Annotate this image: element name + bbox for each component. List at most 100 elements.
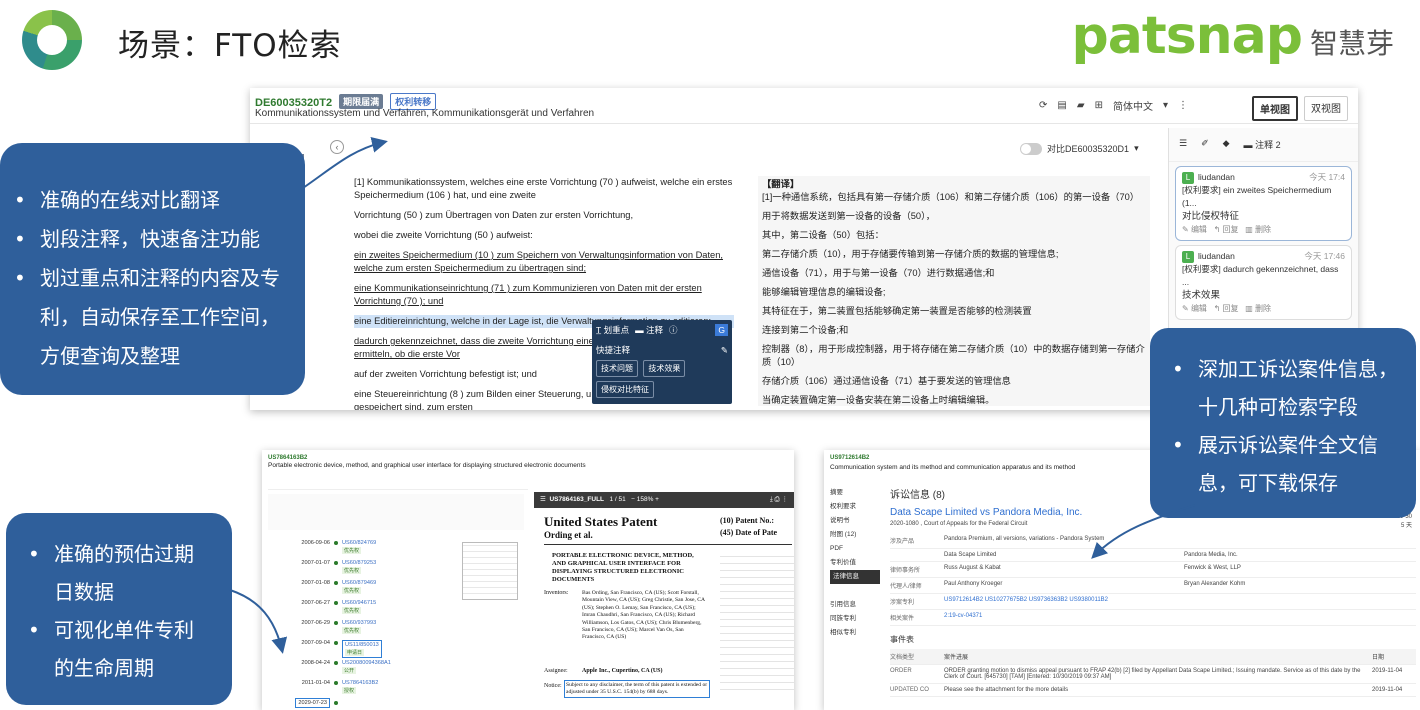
timeline-item[interactable]: 2008-04-24 US20080094368A1 公开 [286, 660, 536, 680]
edit-icon[interactable]: ✎ [721, 345, 728, 356]
pdf-page-indicator: 1 / 51 [609, 496, 626, 503]
page-title: 场景：FTO检索 [118, 28, 342, 64]
note-user: liudandan [1198, 172, 1235, 182]
reply-button[interactable]: 回复 [1223, 304, 1239, 313]
tag-infringement-feature[interactable]: 侵权对比特征 [596, 381, 654, 398]
translation-paragraph: 控制器（8），用于形成控制器，用于将存储在第二存储介质（10）中的数据存储到第一… [762, 344, 1145, 367]
zoom-out-icon[interactable]: − [631, 496, 635, 503]
pdf-zoom[interactable]: 158% [637, 496, 654, 503]
more-icon[interactable]: ⋮ [1178, 100, 1188, 111]
reply-button[interactable]: 回复 [1223, 225, 1239, 234]
pdf-patent-no: (10) Patent No.: [720, 516, 774, 525]
translate-icon[interactable]: ⊞ [1095, 100, 1103, 111]
claim-paragraph[interactable]: [1] Kommunikationssystem, welches eine e… [354, 176, 734, 202]
note-card[interactable]: Lliudandan 今天 17:46 [权利要求] dadurch gekenn… [1175, 245, 1352, 320]
sidebar-item[interactable]: 相似专利 [830, 626, 880, 640]
delete-button[interactable]: 删除 [1255, 225, 1271, 234]
patent-id[interactable]: US9712614B2 [830, 455, 869, 461]
pdf-authors: Ording et al. [544, 530, 593, 540]
note-text: 技术效果 [1182, 290, 1221, 301]
note-ref[interactable]: [权利要求] dadurch gekennzeichnet, dass ... [1182, 263, 1345, 289]
note-time: 今天 17:46 [1304, 251, 1345, 261]
language-select[interactable]: 简体中文 [1113, 98, 1153, 113]
info-row: Data Scape Limited Pandora Media, Inc. [890, 549, 1416, 562]
translate-icon[interactable]: G [715, 324, 728, 336]
lifecycle-timeline: 2006-09-06 US60/824769 优先权 2007-01-07 US60/… [286, 540, 536, 710]
note-ref[interactable]: [权利要求] ein zweites Speichermedium (1... [1182, 184, 1345, 210]
sidebar-item[interactable]: 专利价值 [830, 556, 880, 570]
claim-paragraph-underlined[interactable]: eine Kommunikationseinrichtung (71 ) zum… [354, 282, 734, 308]
lifecycle-screenshot: US7864163B2 Portable electronic device, … [262, 450, 794, 710]
list-icon[interactable]: ☰ [1179, 138, 1187, 151]
callout-lifecycle: 准确的预估过期日数据 可视化单件专利的生命周期 [6, 513, 232, 705]
note-card[interactable]: Lliudandan 今天 17:4 [权利要求] ein zweites Spe… [1175, 166, 1352, 241]
sidebar-item-legal[interactable]: 法律信息 [830, 570, 880, 584]
timeline-item[interactable]: 2007-01-07 US60/879253 优先权 [286, 560, 536, 580]
tag-technical-problem[interactable]: 技术问题 [596, 360, 638, 377]
highlight-icon[interactable]: ✐ [1201, 138, 1209, 151]
tag-technical-effect[interactable]: 技术效果 [643, 360, 686, 377]
folder-icon[interactable]: ▰ [1077, 100, 1085, 111]
callout-litigation: 深加工诉讼案件信息，十几种可检索字段 展示诉讼案件全文信息，可下载保存 [1150, 328, 1416, 518]
compare-toggle[interactable]: 对比DE60035320D1 ▾ [1020, 142, 1139, 155]
chevron-down-icon[interactable]: ▾ [1134, 143, 1139, 154]
pdf-date: (45) Date of Pate [720, 528, 778, 537]
claim-paragraph[interactable]: Vorrichtung (50 ) zum Übertragen von Dat… [354, 209, 734, 222]
callout-translation: 准确的在线对比翻译 划段注释，快速备注功能 划过重点和注释的内容及专利，自动保存… [0, 143, 305, 395]
translation-paragraph: 通信设备（71），用于与第一设备（70）进行数据通信;和 [762, 268, 995, 278]
info-row: 代理人/律师 Paul Anthony Kroeger Bryan Alexande… [890, 578, 1416, 594]
collapse-icon[interactable]: ‹ [330, 140, 344, 154]
download-icon[interactable]: ⤓ ⎙ ⋮ [770, 495, 788, 504]
sidebar-item[interactable]: 附图 (12) [830, 528, 880, 542]
timeline-item-selected[interactable]: 2007-09-04 US11/850013 申请日 [286, 640, 536, 660]
callout-item: 可视化单件专利的生命周期 [28, 611, 204, 687]
sidebar-item[interactable]: PDF [830, 542, 880, 556]
sidebar-nav: 摘要 权利要求 说明书 附图 (12) PDF 专利价值 法律信息 引用信息 同… [830, 486, 880, 640]
patent-id[interactable]: US7864163B2 [268, 455, 307, 461]
sidebar-item[interactable]: 摘要 [830, 486, 880, 500]
refresh-icon[interactable]: ⟳ [1039, 100, 1047, 111]
info-row: 涉案专利 US9712614B2 US10277675B2 US9736363B2… [890, 594, 1416, 610]
menu-icon[interactable]: ☰ [540, 496, 546, 503]
edit-button[interactable]: 编辑 [1191, 304, 1207, 313]
sidebar-item[interactable]: 同族专利 [830, 612, 880, 626]
claim-paragraph[interactable]: wobei die zweite Vorrichtung (50 ) aufwe… [354, 229, 734, 242]
scene-logo-icon [22, 10, 82, 70]
event-row[interactable]: UPDATED CO Please see the attachment for … [890, 684, 1416, 697]
claim-paragraph-underlined[interactable]: ein zweites Speichermedium (10 ) zum Spe… [354, 249, 734, 275]
pdf-assignee-label: Assignee: [544, 668, 568, 674]
timeline-item[interactable]: 2006-09-06 US60/824769 优先权 [286, 540, 536, 560]
double-view-button[interactable]: 双视图 [1304, 96, 1348, 121]
timeline-item-expiry[interactable]: 2029-07-23 [286, 698, 536, 710]
zoom-in-icon[interactable]: + [655, 496, 659, 503]
tab-notes[interactable]: ▬ 注释 2 [1244, 138, 1281, 151]
timeline-item[interactable]: 2007-06-29 US60/937993 优先权 [286, 620, 536, 640]
callout-item: 准确的在线对比翻译 [14, 181, 280, 220]
timeline-item[interactable]: 2007-06-27 US60/946715 优先权 [286, 600, 536, 620]
status-badge: 期限届满 [339, 94, 384, 109]
events-title: 事件表 [890, 635, 914, 644]
delete-button[interactable]: 删除 [1255, 304, 1271, 313]
translation-paragraph: 用于将数据发送到第一设备的设备（50）， [762, 211, 936, 221]
chevron-down-icon[interactable]: ▾ [1163, 100, 1168, 111]
pdf-right-column [720, 556, 794, 696]
sidebar-item[interactable]: 说明书 [830, 514, 880, 528]
event-row[interactable]: ORDER ORDER granting motion to dismiss ap… [890, 665, 1416, 684]
translation-panel: 【翻译】 [1]一种通信系统，包括具有第一存储介质（106）和第二存储介质（10… [758, 176, 1150, 406]
toggle-switch[interactable] [1020, 142, 1042, 155]
translation-paragraph: [1]一种通信系统，包括具有第一存储介质（106）和第二存储介质（106）的第一… [762, 192, 1140, 202]
annotate-button[interactable]: ▬ 注释 [635, 324, 663, 336]
patent-subtitle: Kommunikationssystem und Verfahren, Komm… [255, 108, 595, 119]
edit-button[interactable]: 编辑 [1191, 225, 1207, 234]
info-icon[interactable]: ⓘ [669, 324, 678, 336]
highlight-button[interactable]: T̲ 划重点 [596, 324, 629, 336]
sidebar-item[interactable]: 引用信息 [830, 598, 880, 612]
note-icon[interactable]: ▤ [1057, 100, 1066, 111]
timeline-item[interactable]: 2007-01-08 US60/879469 优先权 [286, 580, 536, 600]
sidebar-tabs: ☰ ✐ ◆ ▬ 注释 2 [1169, 128, 1358, 162]
sidebar-item[interactable]: 权利要求 [830, 500, 880, 514]
timeline-item[interactable]: 2011-01-04 US7864163B2 授权 [286, 680, 536, 700]
tag-icon[interactable]: ◆ [1223, 138, 1230, 151]
single-view-button[interactable]: 单视图 [1252, 96, 1298, 121]
tab-bar[interactable] [268, 478, 528, 490]
